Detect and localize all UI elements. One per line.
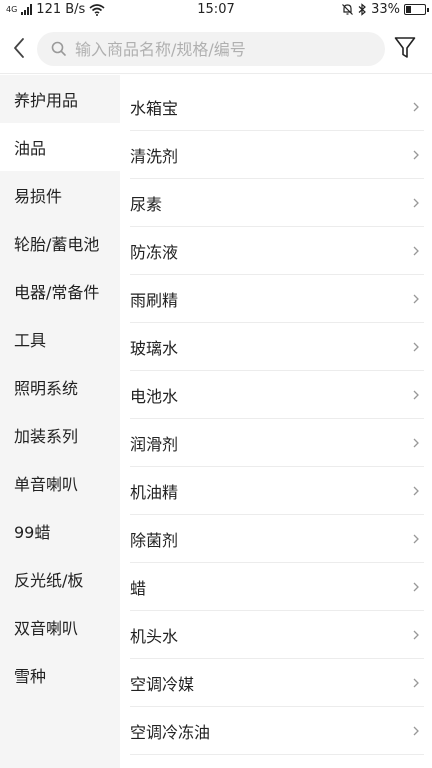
chevron-right-icon — [412, 150, 420, 160]
back-button[interactable] — [6, 34, 32, 62]
list-item-label: 机油精 — [130, 482, 179, 502]
search-icon — [51, 41, 66, 56]
category-item[interactable]: 双音喇叭 — [0, 603, 120, 651]
list-item[interactable]: 雨刷精 — [130, 275, 424, 323]
category-label: 照明系统 — [14, 379, 79, 398]
chevron-right-icon — [412, 534, 420, 544]
chevron-right-icon — [412, 198, 420, 208]
search-input[interactable] — [75, 39, 365, 59]
category-item[interactable]: 反光纸/板 — [0, 555, 120, 603]
status-right: 33% — [341, 2, 429, 17]
battery-percent: 33% — [371, 2, 400, 17]
chevron-right-icon — [412, 390, 420, 400]
category-item[interactable]: 电器/常备件 — [0, 267, 120, 315]
category-label: 轮胎/蓄电池 — [14, 235, 100, 254]
category-label: 单音喇叭 — [14, 475, 79, 494]
chevron-right-icon — [412, 678, 420, 688]
list-item-label: 水箱宝 — [130, 98, 179, 118]
category-label: 油品 — [14, 139, 47, 158]
category-item[interactable]: 加装系列 — [0, 411, 120, 459]
chevron-right-icon — [412, 486, 420, 496]
category-label: 双音喇叭 — [14, 619, 79, 638]
search-box[interactable] — [37, 32, 385, 66]
list-item-label: 电池水 — [130, 386, 179, 406]
battery-icon — [404, 4, 429, 15]
chevron-right-icon — [412, 726, 420, 736]
bluetooth-icon — [358, 3, 367, 16]
mute-bell-icon — [342, 4, 354, 15]
chevron-right-icon — [412, 102, 420, 112]
list-item-label: 空调冷媒 — [130, 674, 195, 694]
category-label: 易损件 — [14, 187, 63, 206]
list-item[interactable]: 机头水 — [130, 611, 424, 659]
list-item-label: 除菌剂 — [130, 530, 179, 550]
list-item[interactable]: 空调冷媒 — [130, 659, 424, 707]
list-item-label: 机头水 — [130, 626, 179, 646]
category-item[interactable]: 养护用品 — [0, 75, 120, 123]
category-label: 电器/常备件 — [14, 283, 100, 302]
list-item[interactable]: 水箱宝 — [130, 83, 424, 131]
header — [0, 22, 432, 74]
category-item[interactable]: 照明系统 — [0, 363, 120, 411]
list-item[interactable]: 蜡 — [130, 563, 424, 611]
category-label: 养护用品 — [14, 91, 79, 110]
list-item[interactable]: 防冻液 — [130, 227, 424, 275]
filter-button[interactable] — [391, 34, 419, 62]
status-bar: 4G 121 B/s 15:07 33% — [0, 0, 432, 22]
category-item[interactable]: 单音喇叭 — [0, 459, 120, 507]
category-item[interactable]: 99蜡 — [0, 507, 120, 555]
list-item-label: 尿素 — [130, 194, 163, 214]
list-item-label: 清洗剂 — [130, 146, 179, 166]
list-item[interactable]: 电池水 — [130, 371, 424, 419]
chevron-right-icon — [412, 246, 420, 256]
category-item[interactable]: 油品 — [0, 123, 120, 171]
list-item[interactable]: 尿素 — [130, 179, 424, 227]
category-item[interactable]: 雪种 — [0, 651, 120, 699]
list-item-label: 蜡 — [130, 578, 147, 598]
chevron-right-icon — [412, 582, 420, 592]
list-item[interactable]: 清洗剂 — [130, 131, 424, 179]
list-item[interactable]: 玻璃水 — [130, 323, 424, 371]
subcategory-list: 水箱宝 清洗剂 尿素 防冻液 雨刷精 玻璃水 电池水 润滑剂 机油精 除菌剂 蜡… — [130, 83, 424, 755]
category-item[interactable]: 工具 — [0, 315, 120, 363]
category-item[interactable]: 轮胎/蓄电池 — [0, 219, 120, 267]
list-item-label: 润滑剂 — [130, 434, 179, 454]
list-item-label: 雨刷精 — [130, 290, 179, 310]
chevron-right-icon — [412, 630, 420, 640]
list-item[interactable]: 除菌剂 — [130, 515, 424, 563]
chevron-right-icon — [412, 438, 420, 448]
category-label: 反光纸/板 — [14, 571, 84, 590]
chevron-right-icon — [412, 342, 420, 352]
category-label: 工具 — [14, 331, 47, 350]
category-sidebar: 养护用品 油品 易损件 轮胎/蓄电池 电器/常备件 工具 照明系统 加装系列 单… — [0, 75, 120, 768]
list-item-label: 防冻液 — [130, 242, 179, 262]
category-label: 雪种 — [14, 667, 47, 686]
list-item[interactable]: 润滑剂 — [130, 419, 424, 467]
list-item-label: 玻璃水 — [130, 338, 179, 358]
list-item[interactable]: 机油精 — [130, 467, 424, 515]
chevron-left-icon — [14, 38, 24, 58]
list-item[interactable]: 空调冷冻油 — [130, 707, 424, 755]
category-item[interactable]: 易损件 — [0, 171, 120, 219]
chevron-right-icon — [412, 294, 420, 304]
category-label: 99蜡 — [14, 523, 51, 542]
filter-icon — [394, 37, 416, 58]
category-label: 加装系列 — [14, 427, 79, 446]
list-item-label: 空调冷冻油 — [130, 722, 211, 742]
